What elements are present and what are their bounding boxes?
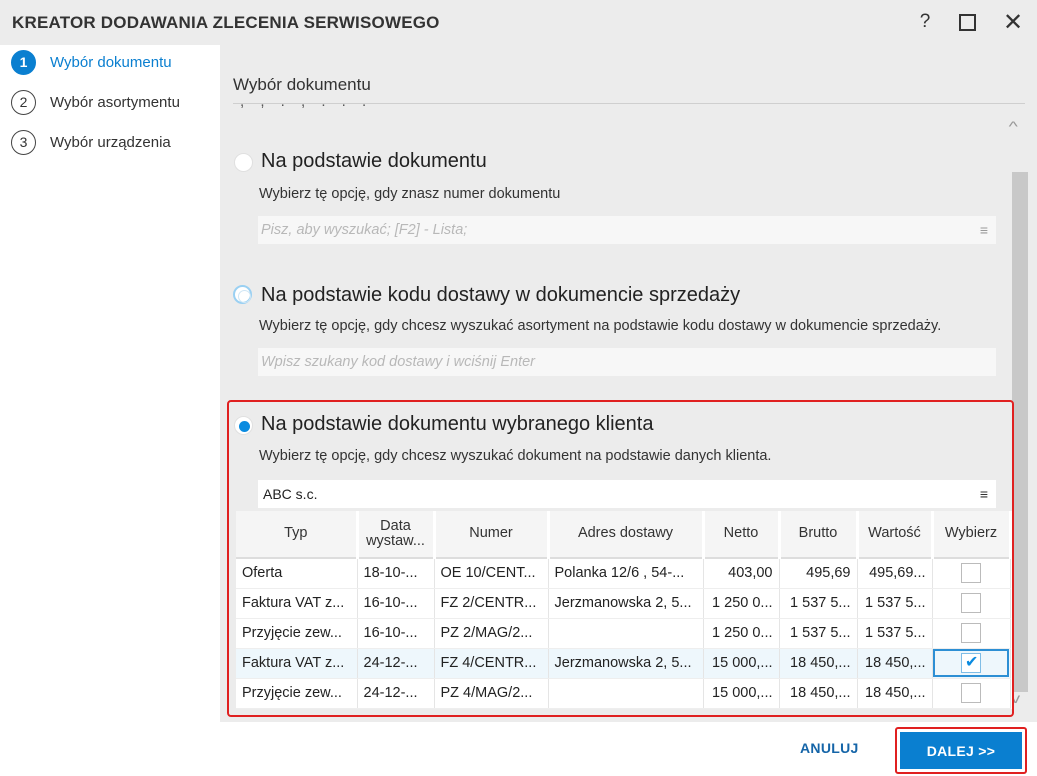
option-description: Wybierz tę opcję, gdy chcesz wyszukać as… xyxy=(259,318,942,334)
column-header-brutto[interactable]: Brutto xyxy=(779,511,859,559)
cell-netto: 15 000,... xyxy=(703,678,780,709)
cell-wybierz xyxy=(932,648,1011,679)
cell-typ: Przyjęcie zew... xyxy=(236,618,358,649)
cell-wybierz xyxy=(932,558,1011,589)
cell-brutto: 1 537 5... xyxy=(779,618,858,649)
cell-data: 16-10-... xyxy=(357,618,435,649)
select-checkbox[interactable] xyxy=(961,623,981,643)
list-icon[interactable]: ≡ xyxy=(980,222,988,238)
help-icon[interactable]: ? xyxy=(910,8,940,36)
cell-wybierz xyxy=(932,678,1011,709)
cell-wybierz xyxy=(932,588,1011,619)
client-value: ABC s.c. xyxy=(263,486,318,502)
table-row-selected[interactable]: Faktura VAT z... 24-12-... FZ 4/CENTR...… xyxy=(236,648,1011,679)
column-header-numer[interactable]: Numer xyxy=(434,511,550,559)
cell-data: 24-12-... xyxy=(357,678,435,709)
cell-netto: 1 250 0... xyxy=(703,588,780,619)
cell-netto: 403,00 xyxy=(703,558,780,589)
cell-typ: Faktura VAT z... xyxy=(236,588,358,619)
option-title: Na podstawie dokumentu xyxy=(261,150,487,172)
cell-brutto: 18 450,... xyxy=(779,648,858,679)
cancel-button[interactable]: ANULUJ xyxy=(800,740,859,756)
column-header-wartosc[interactable]: Wartość xyxy=(857,511,934,559)
select-checkbox[interactable] xyxy=(961,563,981,584)
column-header-typ[interactable]: Typ xyxy=(236,511,359,559)
cell-typ: Faktura VAT z... xyxy=(236,648,358,679)
list-icon[interactable]: ≡ xyxy=(980,486,988,502)
cell-data: 18-10-... xyxy=(357,558,435,589)
table-row[interactable]: Faktura VAT z... 16-10-... FZ 2/CENTR...… xyxy=(236,588,1011,619)
cell-numer: FZ 2/CENTR... xyxy=(434,588,549,619)
cell-brutto: 18 450,... xyxy=(779,678,858,709)
table-header-row: Typ Data wystaw... Numer Adres dostawy N… xyxy=(236,511,1012,559)
radio-by-client[interactable] xyxy=(234,416,253,435)
cell-brutto: 1 537 5... xyxy=(779,588,858,619)
close-icon[interactable]: ✕ xyxy=(998,8,1028,36)
cell-adres xyxy=(548,678,704,709)
input-placeholder: Wpisz szukany kod dostawy i wciśnij Ente… xyxy=(261,354,535,370)
step-document[interactable]: 1 Wybór dokumentu xyxy=(11,49,172,75)
documents-table: Typ Data wystaw... Numer Adres dostawy N… xyxy=(236,511,1012,709)
cell-netto: 1 250 0... xyxy=(703,618,780,649)
step-label: Wybór urządzenia xyxy=(50,133,171,151)
title-bar: KREATOR DODAWANIA ZLECENIA SERWISOWEGO ?… xyxy=(0,0,1037,45)
table-row[interactable]: Przyjęcie zew... 24-12-... PZ 4/MAG/2...… xyxy=(236,678,1011,709)
step-number: 2 xyxy=(11,89,36,115)
step-number: 1 xyxy=(11,49,36,75)
column-header-netto[interactable]: Netto xyxy=(703,511,781,559)
document-search-input[interactable]: Pisz, aby wyszukać; [F2] - Lista; ≡ xyxy=(258,216,996,244)
window-title: KREATOR DODAWANIA ZLECENIA SERWISOWEGO xyxy=(12,13,440,32)
cell-brutto: 495,69 xyxy=(779,558,858,589)
clipped-text: , , . , . . . xyxy=(240,103,800,117)
option-title: Na podstawie dokumentu wybranego klienta xyxy=(261,413,654,435)
column-header-adres[interactable]: Adres dostawy xyxy=(548,511,705,559)
cell-wartosc: 495,69... xyxy=(857,558,933,589)
cell-wybierz xyxy=(932,618,1011,649)
radio-by-delivery-code[interactable] xyxy=(233,285,252,304)
scrollbar[interactable] xyxy=(1012,172,1028,692)
table-row[interactable]: Przyjęcie zew... 16-10-... PZ 2/MAG/2...… xyxy=(236,618,1011,649)
step-assortment[interactable]: 2 Wybór asortymentu xyxy=(11,89,180,115)
column-header-wybierz[interactable]: Wybierz xyxy=(932,511,1012,559)
step-label: Wybór asortymentu xyxy=(50,93,180,111)
cell-typ: Oferta xyxy=(236,558,358,589)
next-button[interactable]: DALEJ >> xyxy=(900,732,1022,769)
select-checkbox[interactable] xyxy=(961,593,981,613)
cell-adres: Polanka 12/6 , 54-... xyxy=(548,558,704,589)
step-device[interactable]: 3 Wybór urządzenia xyxy=(11,129,171,155)
cell-adres xyxy=(548,618,704,649)
cell-adres: Jerzmanowska 2, 5... xyxy=(548,648,704,679)
cell-adres: Jerzmanowska 2, 5... xyxy=(548,588,704,619)
table-row[interactable]: Oferta 18-10-... OE 10/CENT... Polanka 1… xyxy=(236,558,1011,589)
steps-sidebar: 1 Wybór dokumentu 2 Wybór asortymentu 3 … xyxy=(0,45,220,776)
select-checkbox[interactable] xyxy=(961,683,981,703)
column-header-data[interactable]: Data wystaw... xyxy=(357,511,436,559)
step-label: Wybór dokumentu xyxy=(50,53,172,71)
cell-data: 16-10-... xyxy=(357,588,435,619)
section-title: Wybór dokumentu xyxy=(233,75,371,94)
step-number: 3 xyxy=(11,129,36,155)
input-placeholder: Pisz, aby wyszukać; [F2] - Lista; xyxy=(261,222,468,238)
cell-numer: PZ 2/MAG/2... xyxy=(434,618,549,649)
cell-typ: Przyjęcie zew... xyxy=(236,678,358,709)
cell-netto: 15 000,... xyxy=(703,648,780,679)
option-title: Na podstawie kodu dostawy w dokumencie s… xyxy=(261,284,741,306)
scroll-up-icon[interactable]: ^ xyxy=(1009,118,1018,134)
cell-numer: PZ 4/MAG/2... xyxy=(434,678,549,709)
cell-wartosc: 1 537 5... xyxy=(857,618,933,649)
delivery-code-input[interactable]: Wpisz szukany kod dostawy i wciśnij Ente… xyxy=(258,348,996,376)
cell-wartosc: 18 450,... xyxy=(857,678,933,709)
radio-by-document[interactable] xyxy=(234,153,253,172)
cell-data: 24-12-... xyxy=(357,648,435,679)
cell-numer: FZ 4/CENTR... xyxy=(434,648,549,679)
maximize-icon[interactable] xyxy=(952,8,982,36)
client-field[interactable]: ABC s.c. ≡ xyxy=(258,480,996,508)
cell-wartosc: 18 450,... xyxy=(857,648,933,679)
select-checkbox-checked[interactable] xyxy=(961,652,981,673)
cell-numer: OE 10/CENT... xyxy=(434,558,549,589)
cell-wartosc: 1 537 5... xyxy=(857,588,933,619)
option-description: Wybierz tę opcję, gdy chcesz wyszukać do… xyxy=(259,448,772,464)
option-description: Wybierz tę opcję, gdy znasz numer dokume… xyxy=(259,186,561,202)
